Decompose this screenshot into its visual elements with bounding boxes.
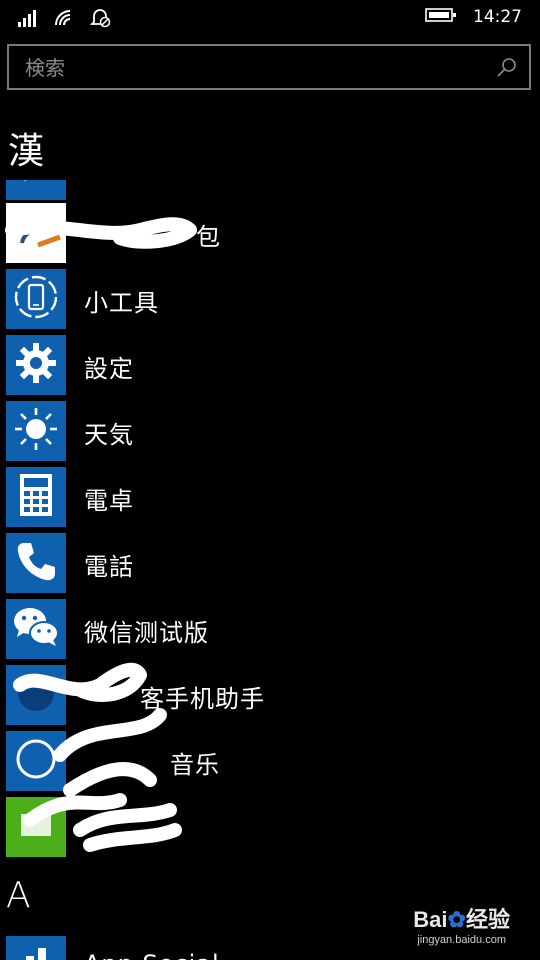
search-input[interactable] bbox=[23, 46, 487, 90]
app-item-weather[interactable]: 天気 bbox=[6, 401, 534, 463]
app-item-calculator[interactable]: 電卓 bbox=[6, 467, 534, 529]
paw-icon: ✿ bbox=[447, 907, 466, 932]
wifi-icon bbox=[54, 9, 76, 31]
wechat-icon bbox=[11, 604, 61, 654]
app-item[interactable]: 包 bbox=[6, 203, 534, 265]
app-label: 小工具 bbox=[84, 289, 159, 317]
app-tile bbox=[6, 533, 66, 593]
app-label: 設定 bbox=[84, 355, 134, 383]
app-tile bbox=[6, 180, 66, 200]
battery-icon bbox=[425, 7, 457, 27]
app-item[interactable]: 音乐 bbox=[6, 731, 534, 793]
app-icon bbox=[13, 670, 59, 720]
quiet-hours-icon bbox=[89, 8, 112, 32]
pen-icon bbox=[16, 180, 56, 192]
app-item[interactable] bbox=[6, 180, 534, 202]
status-bar: 14:27 bbox=[0, 0, 540, 36]
app-tile bbox=[6, 731, 66, 791]
app-icon bbox=[13, 802, 59, 852]
group-header-kanji[interactable]: 漢 bbox=[8, 122, 44, 174]
app-item[interactable] bbox=[6, 797, 534, 859]
app-tile bbox=[6, 269, 66, 329]
app-tile bbox=[6, 936, 66, 960]
baidu-watermark: Bai✿经验 jingyan.baidu.com bbox=[413, 902, 510, 946]
search-icon[interactable] bbox=[495, 55, 519, 83]
watermark-url: jingyan.baidu.com bbox=[417, 934, 506, 946]
app-tile bbox=[6, 797, 66, 857]
app-icon bbox=[8, 203, 64, 263]
app-item-tools[interactable]: 小工具 bbox=[6, 269, 534, 331]
music-icon bbox=[13, 736, 59, 786]
gear-icon bbox=[14, 341, 58, 389]
app-label: 微信测试版 bbox=[84, 619, 209, 647]
app-item-wechat-beta[interactable]: 微信测试版 bbox=[6, 599, 534, 661]
watermark-logo: Bai✿经验 bbox=[413, 907, 510, 932]
app-label: 電話 bbox=[84, 553, 134, 581]
app-label: 天気 bbox=[84, 421, 134, 449]
app-tile bbox=[6, 665, 66, 725]
signal-icon bbox=[18, 9, 40, 31]
calculator-icon bbox=[16, 472, 56, 522]
sun-icon bbox=[13, 406, 59, 456]
phone-icon bbox=[14, 539, 58, 587]
group-header-a[interactable]: A bbox=[6, 875, 31, 916]
app-item-phone[interactable]: 電話 bbox=[6, 533, 534, 595]
app-item[interactable]: 客手机助手 bbox=[6, 665, 534, 727]
phone-device-icon bbox=[13, 274, 59, 324]
app-tile bbox=[6, 203, 66, 263]
app-tile bbox=[6, 599, 66, 659]
app-list: 包 小工具 設定 天気 電卓 電話 微信测试版 客手机助手 音乐 A bbox=[0, 180, 540, 960]
clock: 14:27 bbox=[473, 7, 522, 27]
app-label: 客手机助手 bbox=[140, 685, 265, 713]
app-tile bbox=[6, 467, 66, 527]
store-icon bbox=[16, 944, 56, 960]
app-label: App Social bbox=[84, 950, 220, 960]
search-box[interactable] bbox=[7, 44, 531, 90]
app-label: 音乐 bbox=[170, 751, 220, 779]
app-item-settings[interactable]: 設定 bbox=[6, 335, 534, 397]
app-tile bbox=[6, 401, 66, 461]
app-label: 電卓 bbox=[84, 487, 134, 515]
app-tile bbox=[6, 335, 66, 395]
app-label: 包 bbox=[196, 223, 221, 251]
